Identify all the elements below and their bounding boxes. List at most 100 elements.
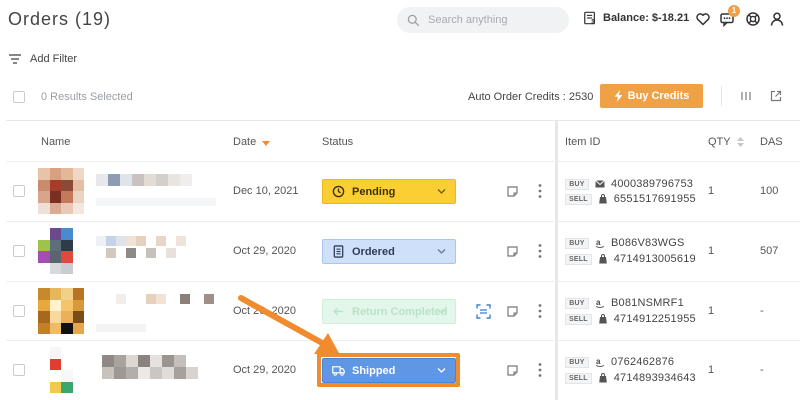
balance-text: Balance: $-18.21 xyxy=(603,12,690,24)
buy-tag: BUY xyxy=(565,356,589,368)
chevron-down-icon xyxy=(437,368,446,373)
filter-icon xyxy=(9,54,21,64)
product-name xyxy=(96,290,218,332)
quantity: 1 xyxy=(708,305,715,317)
product-name xyxy=(96,230,218,270)
order-date: Oct 29, 2020 xyxy=(233,305,296,317)
product-name xyxy=(96,170,218,210)
order-date: Oct 29, 2020 xyxy=(233,245,296,257)
buy-credits-label: Buy Credits xyxy=(627,90,690,102)
note-icon[interactable] xyxy=(507,246,518,257)
amazon-icon: a xyxy=(595,357,605,367)
more-options-icon[interactable] xyxy=(537,362,543,378)
more-options-icon[interactable] xyxy=(537,243,543,259)
product-name xyxy=(96,349,218,389)
sell-tag: SELL xyxy=(565,253,592,265)
chevron-down-icon xyxy=(437,309,446,314)
export-icon[interactable] xyxy=(770,90,782,102)
note-icon[interactable] xyxy=(507,365,518,376)
sell-item-id[interactable]: SELL 4714893934643 xyxy=(565,372,696,384)
status-dropdown-return-completed[interactable]: Return Completed xyxy=(322,299,456,324)
table-row[interactable]: Dec 10, 2021 Pending BUY 4000389796753 S… xyxy=(0,162,800,221)
search-input[interactable] xyxy=(428,14,558,26)
shopify-icon xyxy=(598,194,607,204)
add-filter-button[interactable]: Add Filter xyxy=(9,53,77,65)
buy-tag: BUY xyxy=(565,178,589,190)
return-arrow-icon xyxy=(333,307,344,316)
product-thumbnail xyxy=(38,347,84,393)
clock-icon xyxy=(332,185,345,198)
amazon-icon: a xyxy=(595,298,605,308)
quantity: 1 xyxy=(708,245,715,257)
table-row[interactable]: Oct 29, 2020 Return Completed BUY a B081… xyxy=(0,282,800,341)
column-header-date[interactable]: Date xyxy=(233,136,271,148)
row-checkbox[interactable] xyxy=(13,245,25,257)
buy-item-id[interactable]: BUY a B086V83WGS xyxy=(565,237,685,249)
heart-icon[interactable] xyxy=(695,11,711,27)
das-value: 507 xyxy=(760,245,779,257)
toolbar-divider xyxy=(721,86,722,106)
sell-item-id[interactable]: SELL 6551517691955 xyxy=(565,193,696,205)
quantity: 1 xyxy=(708,185,715,197)
scan-icon[interactable] xyxy=(476,304,491,319)
shopify-icon xyxy=(598,314,607,324)
column-header-name[interactable]: Name xyxy=(41,136,70,148)
search-icon xyxy=(407,14,420,26)
page-title: Orders (19) xyxy=(8,9,112,29)
column-header-das[interactable]: DAS xyxy=(760,136,783,148)
product-thumbnail xyxy=(38,288,84,334)
product-thumbnail xyxy=(38,168,84,214)
truck-icon xyxy=(332,366,345,376)
columns-icon[interactable] xyxy=(740,90,752,102)
status-dropdown-shipped[interactable]: Shipped xyxy=(322,358,456,383)
chevron-down-icon xyxy=(437,189,446,194)
sell-item-id[interactable]: SELL 4714912251955 xyxy=(565,313,696,325)
quantity: 1 xyxy=(708,364,715,376)
sell-tag: SELL xyxy=(565,372,592,384)
select-all-checkbox[interactable] xyxy=(13,91,25,103)
sell-tag: SELL xyxy=(565,313,592,325)
shopify-icon xyxy=(598,373,607,383)
sell-tag: SELL xyxy=(565,193,592,205)
column-header-status[interactable]: Status xyxy=(322,136,353,148)
note-icon[interactable] xyxy=(507,306,518,317)
row-checkbox[interactable] xyxy=(13,305,25,317)
svg-text:$: $ xyxy=(591,19,595,25)
search-bar[interactable] xyxy=(397,7,569,33)
column-header-qty[interactable]: QTY xyxy=(708,136,744,148)
table-row[interactable]: Oct 29, 2020 Shipped BUY a 0762462876 SE… xyxy=(0,341,800,400)
status-dropdown-ordered[interactable]: Ordered xyxy=(322,239,456,264)
amazon-icon: a xyxy=(595,238,605,248)
buy-item-id[interactable]: BUY 4000389796753 xyxy=(565,178,693,190)
mail-icon xyxy=(595,180,605,188)
buy-item-id[interactable]: BUY a B081NSMRF1 xyxy=(565,297,684,309)
row-checkbox[interactable] xyxy=(13,364,25,376)
shopify-icon xyxy=(598,254,607,264)
wallet-icon: $ xyxy=(584,11,595,25)
status-label: Return Completed xyxy=(352,305,448,318)
row-checkbox[interactable] xyxy=(13,185,25,197)
chevron-down-icon xyxy=(437,249,446,254)
order-date: Oct 29, 2020 xyxy=(233,364,296,376)
buy-credits-button[interactable]: Buy Credits xyxy=(600,84,703,108)
buy-item-id[interactable]: BUY a 0762462876 xyxy=(565,356,674,368)
note-icon[interactable] xyxy=(507,186,518,197)
balance-display[interactable]: $ Balance: $-18.21 xyxy=(583,11,689,25)
buy-tag: BUY xyxy=(565,297,589,309)
results-selected-text: 0 Results Selected xyxy=(41,91,133,103)
svg-text:a: a xyxy=(596,238,601,247)
more-options-icon[interactable] xyxy=(537,183,543,199)
sell-item-id[interactable]: SELL 4714913005619 xyxy=(565,253,696,265)
status-dropdown-pending[interactable]: Pending xyxy=(322,179,456,204)
more-options-icon[interactable] xyxy=(537,303,543,319)
sort-icon[interactable] xyxy=(736,137,744,147)
support-icon[interactable] xyxy=(745,11,761,27)
user-icon[interactable] xyxy=(769,11,785,27)
status-label: Pending xyxy=(352,185,396,198)
sort-desc-icon[interactable] xyxy=(262,141,271,146)
table-row[interactable]: Oct 29, 2020 Ordered BUY a B086V83WGS SE… xyxy=(0,222,800,281)
status-label: Shipped xyxy=(352,364,396,377)
notification-badge: 1 xyxy=(728,5,740,17)
buy-tag: BUY xyxy=(565,237,589,249)
column-header-item-id[interactable]: Item ID xyxy=(565,136,600,148)
